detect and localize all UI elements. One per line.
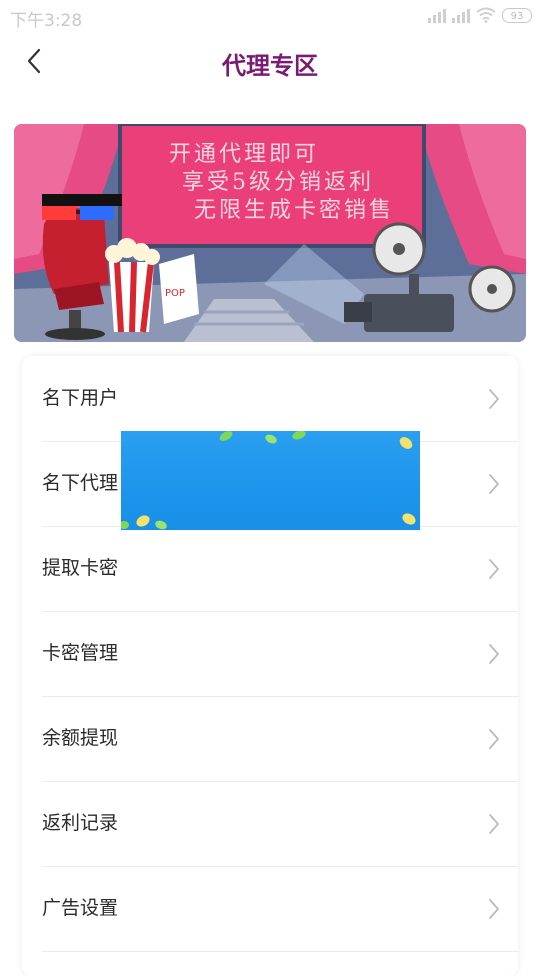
ad-overlay[interactable] [121, 431, 420, 530]
menu-item-label: 名下代理 [42, 472, 119, 494]
chevron-right-icon [489, 899, 499, 919]
menu-item-label: 名下用户 [42, 387, 119, 409]
status-time: 下午3:28 [10, 11, 83, 31]
popcorn-label: POP [165, 288, 185, 299]
chevron-right-icon [489, 644, 499, 664]
cell-signal-icon [428, 7, 446, 23]
battery-icon: 93 [502, 7, 532, 23]
menu-item-users[interactable]: 名下用户 [42, 356, 518, 442]
menu-item-ad-settings[interactable]: 广告设置 [42, 866, 518, 952]
chevron-right-icon [489, 559, 499, 579]
page-title: 代理专区 [222, 52, 318, 80]
menu-item-card-management[interactable]: 卡密管理 [42, 611, 518, 697]
menu-item-label: 提取卡密 [42, 557, 119, 579]
promo-banner[interactable]: POP 开通代理即可 享受5级分销返利 无限生成卡密销售 [14, 124, 526, 342]
banner-line-3: 无限生成卡密销售 [194, 198, 395, 223]
navbar: 代理专区 [0, 34, 540, 92]
chevron-right-icon [489, 474, 499, 494]
menu-item-label: 广告设置 [42, 897, 119, 919]
menu-item-label: 卡密管理 [42, 642, 119, 664]
menu-item-label: 余额提现 [42, 727, 119, 749]
leaf-decoration-icon [121, 431, 416, 530]
menu-item-extract-cards[interactable]: 提取卡密 [42, 526, 518, 612]
menu-item-rebate-records[interactable]: 返利记录 [42, 781, 518, 867]
chevron-right-icon [489, 389, 499, 409]
wifi-icon [476, 7, 496, 23]
menu-item-withdraw[interactable]: 余额提现 [42, 696, 518, 782]
chevron-right-icon [489, 814, 499, 834]
status-bar: 下午3:28 93 [0, 0, 540, 34]
menu-item-label: 返利记录 [42, 812, 119, 834]
status-icons: 93 [428, 7, 532, 23]
chevron-right-icon [489, 729, 499, 749]
cell-signal-2-icon [452, 7, 470, 23]
